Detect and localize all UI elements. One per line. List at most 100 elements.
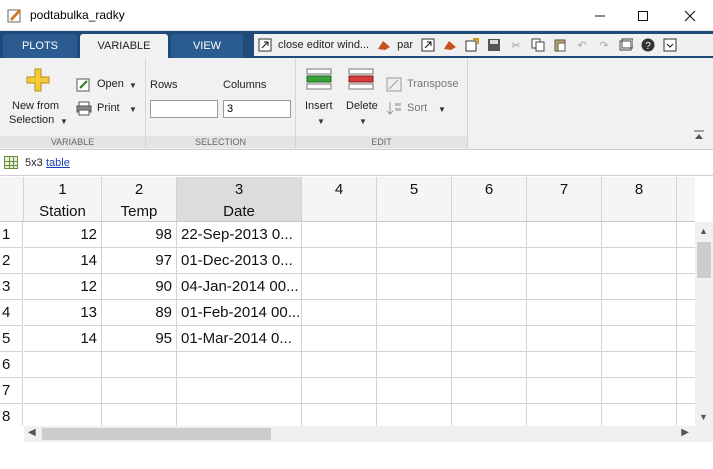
column-header-5[interactable]: 5 [377,177,452,222]
grid-cell[interactable] [452,222,527,248]
grid-cell[interactable] [602,404,677,426]
grid-cell[interactable]: 04-Jan-2014 00... [177,274,302,300]
grid-cell[interactable]: 14 [24,248,102,274]
grid-cell[interactable] [24,404,102,426]
grid-cell[interactable] [452,378,527,404]
column-header-3[interactable]: 3 Date [177,177,302,222]
grid-cell[interactable] [24,378,102,404]
shortcut-icon[interactable] [420,37,436,53]
grid-cell[interactable] [377,248,452,274]
grid-cell[interactable]: 95 [102,326,177,352]
grid-cell[interactable] [677,300,695,326]
grid-cell[interactable] [527,274,602,300]
grid-cell[interactable] [452,352,527,378]
grid-cell[interactable] [377,222,452,248]
close-button[interactable] [667,0,713,31]
row-header[interactable]: 4 [0,300,23,326]
grid-cell[interactable]: 97 [102,248,177,274]
grid-cell[interactable] [102,404,177,426]
grid-cell[interactable]: 90 [102,274,177,300]
grid-cell[interactable] [527,378,602,404]
column-header-6[interactable]: 6 [452,177,527,222]
undo-icon[interactable]: ↶ [574,37,590,53]
grid-cell[interactable]: 22-Sep-2013 0... [177,222,302,248]
row-header[interactable]: 8 [0,404,23,426]
grid-cell[interactable] [677,404,695,426]
grid-cell[interactable]: 01-Mar-2014 0... [177,326,302,352]
grid-cell[interactable] [602,274,677,300]
matlab-logo-icon[interactable] [442,37,458,53]
grid-cell[interactable] [302,404,377,426]
grid-cell[interactable] [177,404,302,426]
column-header-4[interactable]: 4 [302,177,377,222]
transpose-button[interactable]: Transpose [386,76,464,94]
grid-cell[interactable] [602,378,677,404]
grid-cell[interactable]: 13 [24,300,102,326]
collapse-toolstrip-icon[interactable] [693,130,705,143]
grid-cell[interactable] [677,352,695,378]
grid-cell[interactable] [452,274,527,300]
column-header-2[interactable]: 2 Temp [102,177,177,222]
grid-cell[interactable] [677,378,695,404]
grid-cell[interactable] [177,352,302,378]
grid-cell[interactable] [602,326,677,352]
grid-cell[interactable] [602,248,677,274]
variable-class-link[interactable]: table [46,157,70,169]
matlab-logo-icon[interactable] [376,37,392,53]
copy-icon[interactable] [530,37,546,53]
grid-cell[interactable] [602,300,677,326]
grid-cell[interactable]: 89 [102,300,177,326]
horizontal-scroll-thumb[interactable] [42,428,271,440]
paste-icon[interactable] [552,37,568,53]
scroll-up-icon[interactable]: ▲ [699,226,708,236]
grid-cell[interactable] [302,352,377,378]
tab-variable[interactable]: VARIABLE [80,34,168,58]
grid-cell[interactable] [527,352,602,378]
switch-windows-icon[interactable] [618,37,634,53]
tab-plots[interactable]: PLOTS [3,34,77,58]
grid-cell[interactable] [527,248,602,274]
insert-button[interactable]: Insert ▼ [300,64,338,130]
scroll-left-icon[interactable]: ◀ [28,427,36,438]
cut-icon[interactable]: ✂ [508,37,524,53]
column-header-9[interactable] [677,177,695,222]
new-from-selection-button[interactable]: New from Selection ▼ [4,64,68,130]
grid-cell[interactable] [527,404,602,426]
grid-cell[interactable] [377,404,452,426]
tab-view[interactable]: VIEW [171,34,243,58]
scroll-right-icon[interactable]: ▶ [681,427,689,438]
grid-cell[interactable] [302,300,377,326]
grid-cell[interactable] [602,222,677,248]
expand-icon[interactable] [662,37,678,53]
grid-cell[interactable] [102,378,177,404]
grid-cell[interactable] [452,300,527,326]
grid-cell[interactable] [677,326,695,352]
grid-cell[interactable] [677,248,695,274]
grid-cell[interactable] [602,352,677,378]
print-button[interactable]: Print ▼ [76,100,140,118]
grid-cell[interactable]: 14 [24,326,102,352]
grid-cell[interactable]: 01-Dec-2013 0... [177,248,302,274]
grid-cell[interactable] [24,352,102,378]
columns-input[interactable] [223,100,291,118]
column-header-1[interactable]: 1 Station [24,177,102,222]
row-header[interactable]: 6 [0,352,23,378]
vertical-scroll-thumb[interactable] [697,242,711,278]
scroll-down-icon[interactable]: ▼ [699,412,708,422]
shortcut-par[interactable]: par [397,39,413,51]
row-header[interactable]: 5 [0,326,23,352]
shortcut-icon[interactable] [257,37,273,53]
grid-cell[interactable] [452,326,527,352]
grid-cell[interactable]: 12 [24,274,102,300]
column-header-7[interactable]: 7 [527,177,602,222]
grid-cell[interactable] [527,300,602,326]
row-header[interactable]: 3 [0,274,23,300]
grid-cell[interactable] [677,274,695,300]
grid-cell[interactable] [302,326,377,352]
shortcut-close-editor[interactable]: close editor wind... [278,39,369,51]
rows-input[interactable] [150,100,218,118]
grid-cell[interactable] [452,248,527,274]
minimize-button[interactable] [577,0,623,31]
grid-cell[interactable] [377,300,452,326]
vertical-scrollbar[interactable]: ▲ ▼ [695,222,713,426]
